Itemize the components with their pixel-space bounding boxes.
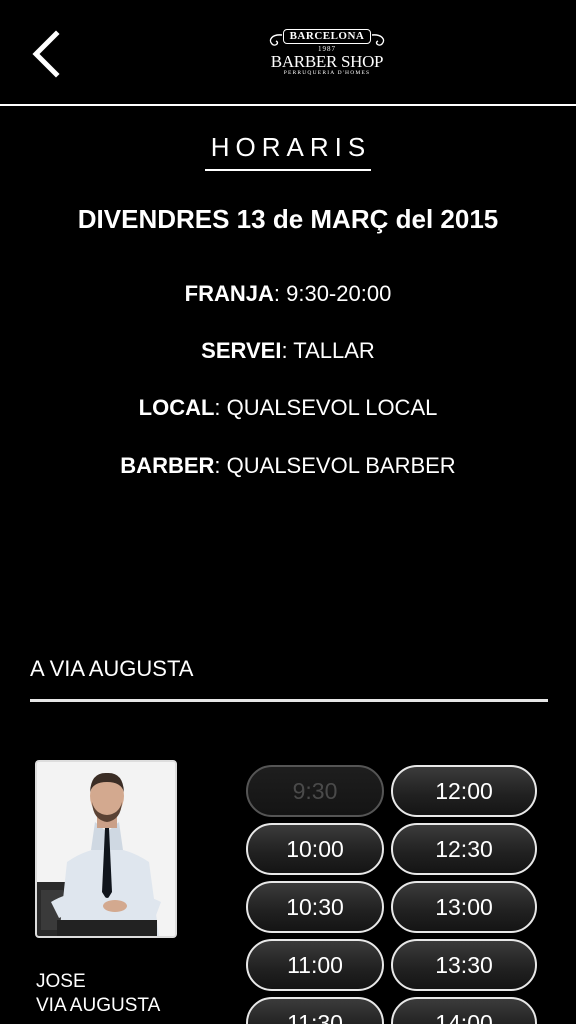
info-barber: BARBER: QUALSEVOL BARBER	[0, 453, 576, 479]
info-servei: SERVEI: TALLAR	[0, 338, 576, 364]
page-title-text: HORARIS	[204, 132, 372, 171]
selected-date: DIVENDRES 13 de MARÇ del 2015	[77, 204, 499, 234]
header: BARCELONA 1987 BARBER SHOP PERRUQUERIA D…	[0, 0, 576, 106]
flourish-right-icon	[371, 34, 385, 46]
barber-portrait-image	[37, 762, 175, 936]
info-servei-label: SERVEI	[201, 338, 282, 363]
time-slot-button[interactable]: 12:00	[391, 765, 537, 817]
time-slot-button[interactable]: 10:00	[246, 823, 384, 875]
logo-top-text: BARCELONA	[282, 29, 372, 44]
location-divider	[30, 699, 548, 702]
location-heading: A VIA AUGUSTA	[30, 656, 194, 681]
flourish-left-icon	[269, 34, 283, 46]
header-divider	[0, 104, 576, 106]
info-servei-value: : TALLAR	[281, 338, 375, 363]
info-local-value: : QUALSEVOL LOCAL	[214, 395, 438, 420]
app-screen: BARCELONA 1987 BARBER SHOP PERRUQUERIA D…	[0, 0, 576, 1024]
logo-sub-text: PERRUQUERIA D'HOMES	[283, 70, 371, 76]
time-slot-button[interactable]: 13:30	[391, 939, 537, 991]
time-slot-button[interactable]: 14:00	[391, 997, 537, 1024]
barbershop-logo: BARCELONA 1987 BARBER SHOP PERRUQUERIA D…	[262, 26, 392, 84]
barber-photo[interactable]	[35, 760, 177, 938]
info-franja: FRANJA: 9:30-20:00	[0, 281, 576, 307]
info-local: LOCAL: QUALSEVOL LOCAL	[0, 395, 576, 421]
time-slot-button[interactable]: 10:30	[246, 881, 384, 933]
logo-main-text: BARBER SHOP	[270, 52, 384, 71]
barber-info: JOSE VIA AUGUSTA	[36, 970, 160, 1018]
time-slot-button[interactable]: 13:00	[391, 881, 537, 933]
barber-shop: VIA AUGUSTA	[36, 995, 161, 1016]
chevron-left-icon	[32, 30, 60, 78]
back-button[interactable]	[24, 28, 72, 80]
info-barber-label: BARBER	[120, 453, 215, 478]
info-local-label: LOCAL	[138, 395, 215, 420]
page-title: HORARIS	[0, 132, 576, 171]
time-slot-button[interactable]: 11:30	[246, 997, 384, 1024]
info-barber-value: : QUALSEVOL BARBER	[214, 453, 456, 478]
time-slot-button[interactable]: 12:30	[391, 823, 537, 875]
info-franja-label: FRANJA	[184, 281, 274, 306]
time-slot-button[interactable]: 11:00	[246, 939, 384, 991]
barber-name: JOSE	[36, 971, 86, 992]
time-slot-button: 9:30	[246, 765, 384, 817]
info-franja-value: : 9:30-20:00	[273, 281, 392, 306]
